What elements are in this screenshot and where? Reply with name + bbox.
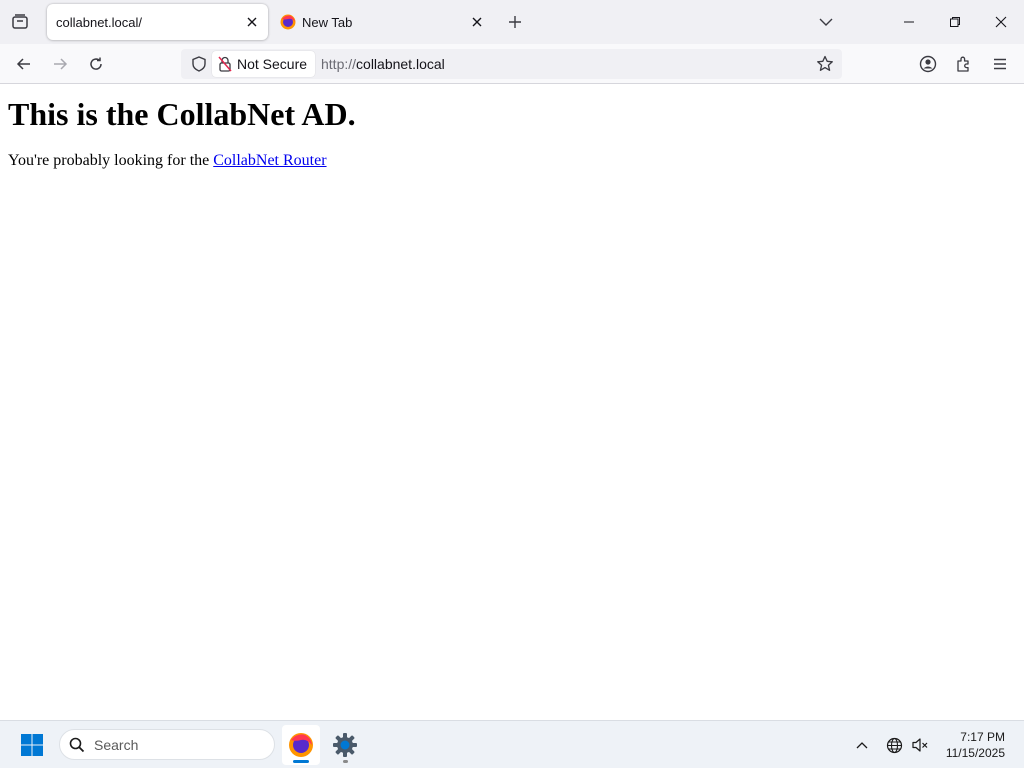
tab-title: New Tab [302, 14, 353, 30]
forward-button[interactable] [46, 50, 74, 78]
volume-button[interactable] [908, 733, 932, 757]
windows-taskbar: Search 7:17 PM 11/15/2025 [0, 720, 1024, 768]
shield-icon [192, 56, 206, 72]
start-button[interactable] [16, 729, 48, 761]
plus-icon [509, 16, 521, 28]
account-button[interactable] [914, 50, 942, 78]
arrow-right-icon [54, 58, 68, 70]
tab-title: collabnet.local/ [56, 14, 142, 30]
collabnet-router-link[interactable]: CollabNet Router [213, 152, 326, 169]
navigation-toolbar: Not Secure http://collabnet.local [0, 44, 1024, 84]
security-label: Not Secure [237, 56, 308, 72]
address-bar[interactable]: Not Secure http://collabnet.local [181, 49, 842, 79]
reload-icon [90, 57, 102, 70]
system-clock[interactable]: 7:17 PM 11/15/2025 [946, 729, 1005, 761]
restore-icon [950, 17, 960, 27]
restore-button[interactable] [939, 8, 971, 36]
minimize-button[interactable] [893, 8, 925, 36]
close-icon [247, 17, 257, 27]
tab-new-tab[interactable]: New Tab [272, 4, 493, 40]
search-icon [69, 737, 85, 753]
close-tab-button[interactable] [467, 12, 487, 32]
globe-icon [886, 737, 902, 753]
url-protocol: http:// [321, 56, 357, 72]
windows-logo-icon [21, 734, 43, 756]
url-text[interactable]: http://collabnet.local [321, 56, 445, 72]
active-app-indicator [293, 760, 309, 763]
insecure-lock-icon [218, 56, 232, 72]
paragraph-text: You're probably looking for the [8, 152, 214, 169]
new-tab-button[interactable] [503, 10, 527, 34]
minimize-icon [904, 21, 914, 23]
show-hidden-icons-button[interactable] [850, 733, 874, 757]
clock-date: 11/15/2025 [945, 746, 1005, 760]
close-icon [472, 17, 482, 27]
extensions-button[interactable] [950, 50, 978, 78]
close-icon [995, 16, 1007, 28]
bookmark-button[interactable] [813, 52, 837, 76]
tab-collabnet[interactable]: collabnet.local/ [47, 4, 268, 40]
taskbar-search-box[interactable]: Search [59, 729, 275, 760]
account-icon [919, 55, 937, 73]
network-button[interactable] [882, 733, 906, 757]
tab-list-button[interactable] [8, 10, 32, 34]
speaker-muted-icon [912, 738, 928, 752]
close-tab-button[interactable] [242, 12, 262, 32]
arrow-left-icon [16, 58, 30, 70]
taskbar-firefox-button[interactable] [282, 725, 320, 765]
gear-icon [333, 733, 357, 757]
page-content: This is the CollabNet AD. You're probabl… [0, 85, 1024, 720]
hamburger-menu-icon [994, 58, 1006, 70]
url-host: collabnet.local [356, 56, 445, 72]
tab-bar: collabnet.local/ New Tab [0, 0, 1024, 44]
firefox-icon [289, 733, 313, 757]
app-menu-button[interactable] [986, 50, 1014, 78]
star-icon [817, 55, 833, 71]
tracking-protection-button[interactable] [187, 52, 211, 76]
reload-button[interactable] [82, 50, 110, 78]
chevron-down-icon [819, 18, 833, 26]
back-button[interactable] [10, 50, 38, 78]
page-heading: This is the CollabNet AD. [8, 96, 356, 132]
taskbar-settings-button[interactable] [326, 725, 364, 765]
site-security-button[interactable]: Not Secure [212, 51, 316, 77]
running-app-indicator [343, 760, 348, 763]
clock-time: 7:17 PM [960, 730, 1005, 744]
firefox-icon [280, 14, 296, 30]
list-all-tabs-button[interactable] [814, 10, 838, 34]
collections-icon [12, 14, 28, 29]
chevron-up-icon [856, 742, 868, 749]
search-label: Search [94, 737, 139, 753]
close-window-button[interactable] [985, 8, 1017, 36]
puzzle-piece-icon [957, 56, 969, 72]
page-paragraph: You're probably looking for the CollabNe… [8, 152, 327, 170]
